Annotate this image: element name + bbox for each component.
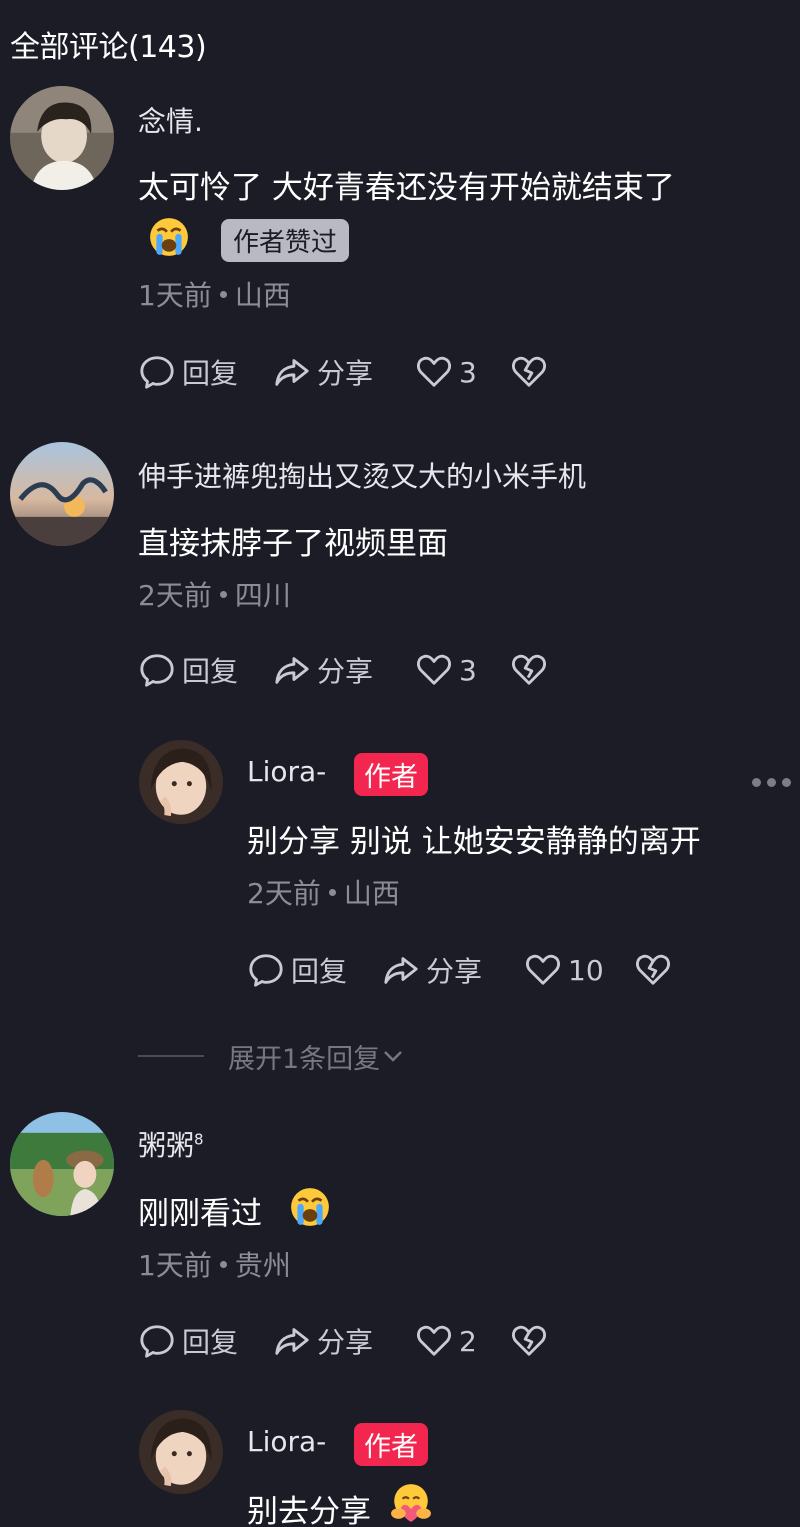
- dislike-button[interactable]: [634, 951, 678, 989]
- reply-label: 回复: [182, 1326, 239, 1359]
- comment-username[interactable]: 伸手进裤兜掏出又烫又大的小米手机: [138, 455, 586, 495]
- reply-button[interactable]: 回复: [138, 352, 273, 392]
- heart-icon: [417, 654, 451, 685]
- meta-separator: [219, 291, 227, 298]
- share-arrow-icon: [275, 359, 309, 386]
- avatar[interactable]: [10, 442, 114, 546]
- dislike-button[interactable]: [510, 353, 554, 391]
- username-text: 粥粥: [138, 1129, 195, 1162]
- share-arrow-icon: [275, 1328, 309, 1355]
- meta-separator: [328, 889, 336, 896]
- crying-emoji-icon: [150, 218, 188, 256]
- avatar[interactable]: [139, 1410, 223, 1494]
- chevron-down-icon: [384, 1051, 403, 1062]
- comment-time: 1天前: [138, 279, 212, 312]
- broken-heart-icon: [636, 954, 670, 985]
- expand-replies-button[interactable]: 展开1条回复: [138, 1038, 406, 1075]
- comment-time: 1天前: [138, 1249, 212, 1282]
- like-button[interactable]: 3: [415, 353, 510, 391]
- dislike-button[interactable]: [510, 1322, 554, 1360]
- share-label: 分享: [317, 655, 374, 688]
- meta-separator: [219, 1261, 227, 1268]
- share-label: 分享: [317, 1326, 374, 1359]
- reply-meta: 2天前 山西: [247, 872, 400, 912]
- comment-text: 刚刚看过: [138, 1196, 262, 1232]
- like-count: 3: [459, 355, 477, 389]
- reply-text: 别分享 别说 让她安安静静的离开: [247, 824, 701, 860]
- reply-button[interactable]: 回复: [138, 1321, 273, 1361]
- reply-label: 回复: [182, 655, 239, 688]
- heart-icon: [417, 356, 451, 387]
- broken-heart-icon: [512, 654, 546, 685]
- reply-label: 回复: [182, 357, 239, 390]
- author-liked-badge: 作者赞过: [221, 219, 350, 262]
- comments-panel: 全部评论(143) 念情. 太可怜了 大好青春还没有开始就结束了 作者赞过 1天…: [0, 0, 800, 1527]
- comment-text: 太可怜了 大好青春还没有开始就结束了: [138, 170, 675, 206]
- avatar[interactable]: [10, 86, 114, 190]
- reply-button[interactable]: 回复: [138, 650, 273, 690]
- share-label: 分享: [317, 357, 374, 390]
- comment-text: 直接抹脖子了视频里面: [138, 526, 448, 562]
- username-superscript: 8: [194, 1130, 204, 1149]
- reply-label: 回复: [291, 955, 348, 988]
- dislike-button[interactable]: [510, 651, 554, 689]
- crying-emoji-icon: [291, 1188, 329, 1226]
- comment-actions: 回复 分享 2: [138, 1321, 554, 1361]
- reply-location: 山西: [343, 877, 400, 910]
- like-button[interactable]: 10: [524, 951, 634, 989]
- reply-username[interactable]: Liora-: [247, 755, 326, 788]
- reply-button[interactable]: 回复: [247, 950, 382, 990]
- like-button[interactable]: 3: [415, 651, 510, 689]
- avatar[interactable]: [139, 740, 223, 824]
- like-count: 10: [568, 953, 604, 987]
- comment-meta: 2天前 四川: [138, 574, 291, 614]
- comment-bubble-icon: [249, 954, 283, 987]
- comment-meta: 1天前 山西: [138, 274, 291, 314]
- comment-actions: 回复 分享 3: [138, 650, 554, 690]
- comments-count-title: 全部评论(143): [10, 30, 207, 65]
- author-badge: 作者: [354, 753, 428, 796]
- comment-username[interactable]: 念情.: [138, 100, 203, 140]
- divider-line: [138, 1055, 204, 1057]
- comment-time: 2天前: [138, 579, 212, 612]
- heart-icon: [526, 954, 560, 985]
- reply-text: 别去分享: [247, 1494, 371, 1527]
- like-count: 3: [459, 653, 477, 687]
- heart-icon: [417, 1325, 451, 1356]
- comment-location: 山西: [234, 279, 291, 312]
- comment-location: 贵州: [234, 1249, 291, 1282]
- author-badge: 作者: [354, 1423, 428, 1466]
- share-button[interactable]: 分享: [382, 950, 524, 990]
- share-button[interactable]: 分享: [273, 352, 415, 392]
- like-count: 2: [459, 1324, 477, 1358]
- reply-time: 2天前: [247, 877, 321, 910]
- comment-username[interactable]: 粥粥8: [138, 1124, 204, 1164]
- share-arrow-icon: [384, 957, 418, 984]
- broken-heart-icon: [512, 1325, 546, 1356]
- expand-replies-label: 展开1条回复: [228, 1043, 381, 1075]
- comment-bubble-icon: [140, 356, 174, 389]
- reply-username[interactable]: Liora-: [247, 1425, 326, 1458]
- broken-heart-icon: [512, 356, 546, 387]
- comment-meta: 1天前 贵州: [138, 1244, 291, 1284]
- comment-actions: 回复 分享 3: [138, 352, 554, 392]
- comment-bubble-icon: [140, 654, 174, 687]
- share-arrow-icon: [275, 657, 309, 684]
- more-icon[interactable]: [752, 778, 791, 787]
- comment-location: 四川: [234, 579, 291, 612]
- avatar[interactable]: [10, 1112, 114, 1216]
- meta-separator: [219, 591, 227, 598]
- reply-actions: 回复 分享 10: [247, 950, 678, 990]
- share-label: 分享: [426, 955, 483, 988]
- share-button[interactable]: 分享: [273, 650, 415, 690]
- hug-emoji-icon: [391, 1484, 431, 1522]
- comment-bubble-icon: [140, 1325, 174, 1358]
- share-button[interactable]: 分享: [273, 1321, 415, 1361]
- like-button[interactable]: 2: [415, 1322, 510, 1360]
